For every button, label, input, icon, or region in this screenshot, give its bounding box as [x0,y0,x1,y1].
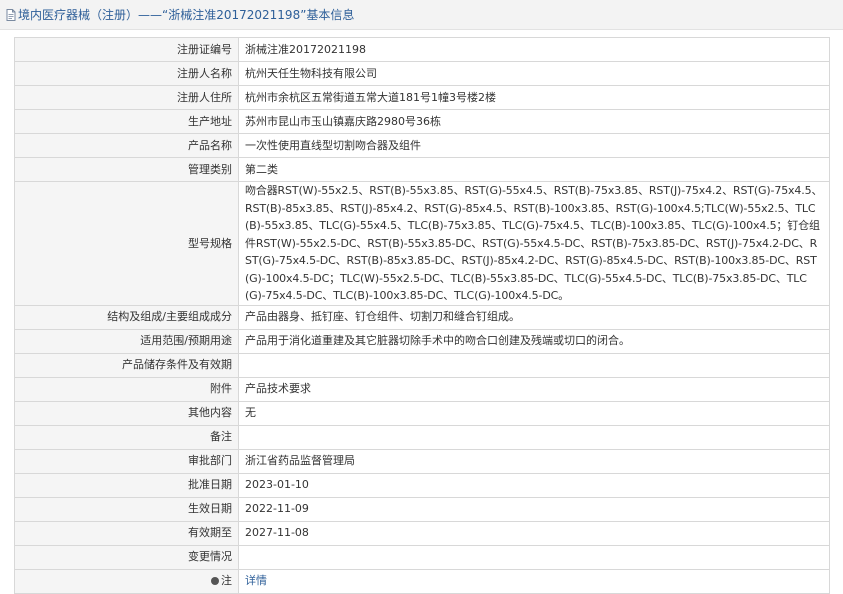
field-label: 备注 [14,424,239,450]
field-value [238,424,830,450]
field-label: 结构及组成/主要组成成分 [14,304,239,330]
field-value: 2027-11-08 [238,520,830,546]
field-label: 生产地址 [14,109,239,134]
field-label: 注册人名称 [14,61,239,86]
field-value: 产品由器身、抵钉座、钉仓组件、切割刀和缝合钉组成。 [238,304,830,330]
table-row: 附件 产品技术要求 [14,376,830,402]
field-value [238,544,830,570]
table-row: 有效期至 2027-11-08 [14,520,830,546]
table-row: 注 详情 [14,568,830,594]
field-label: 注册人住所 [14,85,239,110]
table-row: 产品名称 一次性使用直线型切割吻合器及组件 [14,133,830,158]
field-value: 2023-01-10 [238,472,830,498]
field-value: 杭州市余杭区五常街道五常大道181号1幢3号楼2楼 [238,85,830,110]
field-label: 适用范围/预期用途 [14,328,239,354]
field-label: 管理类别 [14,157,239,182]
field-label: 有效期至 [14,520,239,546]
table-row: 产品储存条件及有效期 [14,352,830,378]
table-row: 型号规格 吻合器RST(W)-55x2.5、RST(B)-55x3.85、RST… [14,181,830,306]
table-row: 变更情况 [14,544,830,570]
table-row: 管理类别 第二类 [14,157,830,182]
field-value: 产品技术要求 [238,376,830,402]
page-header: 境内医疗器械（注册）——“浙械注准20172021198”基本信息 [0,0,843,30]
note-bullet-icon [211,577,219,586]
field-value: 吻合器RST(W)-55x2.5、RST(B)-55x3.85、RST(G)-5… [238,181,830,306]
table-row: 其他内容 无 [14,400,830,426]
field-label: 其他内容 [14,400,239,426]
field-value: 产品用于消化道重建及其它脏器切除手术中的吻合口创建及残端或切口的闭合。 [238,328,830,354]
table-row: 备注 [14,424,830,450]
field-value: 浙械注准20172021198 [238,37,830,62]
field-label: 审批部门 [14,448,239,474]
table-row: 审批部门 浙江省药品监督管理局 [14,448,830,474]
table-row: 注册证编号 浙械注准20172021198 [14,37,830,62]
field-value: 详情 [238,568,830,594]
field-label: 附件 [14,376,239,402]
field-value: 苏州市昆山市玉山镇嘉庆路2980号36栋 [238,109,830,134]
field-value [238,352,830,378]
field-label: 注 [221,574,232,588]
table-row: 适用范围/预期用途 产品用于消化道重建及其它脏器切除手术中的吻合口创建及残端或切… [14,328,830,354]
field-value: 2022-11-09 [238,496,830,522]
table-row: 注册人住所 杭州市余杭区五常街道五常大道181号1幢3号楼2楼 [14,85,830,110]
page-title: 境内医疗器械（注册）——“浙械注准20172021198”基本信息 [18,8,355,22]
field-value: 一次性使用直线型切割吻合器及组件 [238,133,830,158]
field-label: 产品名称 [14,133,239,158]
table-row: 生产地址 苏州市昆山市玉山镇嘉庆路2980号36栋 [14,109,830,134]
field-label: 型号规格 [14,181,239,306]
note-label-cell: 注 [14,568,239,594]
table-row: 批准日期 2023-01-10 [14,472,830,498]
field-label: 产品储存条件及有效期 [14,352,239,378]
field-value: 无 [238,400,830,426]
field-value: 杭州天任生物科技有限公司 [238,61,830,86]
field-label: 批准日期 [14,472,239,498]
field-value: 第二类 [238,157,830,182]
document-icon [6,8,16,21]
field-label: 变更情况 [14,544,239,570]
table-row: 生效日期 2022-11-09 [14,496,830,522]
field-label: 注册证编号 [14,37,239,62]
field-label: 生效日期 [14,496,239,522]
table-row: 注册人名称 杭州天任生物科技有限公司 [14,61,830,86]
detail-link[interactable]: 详情 [245,574,267,587]
table-row: 结构及组成/主要组成成分 产品由器身、抵钉座、钉仓组件、切割刀和缝合钉组成。 [14,304,830,330]
device-info-table: 注册证编号 浙械注准20172021198 注册人名称 杭州天任生物科技有限公司… [14,37,830,594]
field-value: 浙江省药品监督管理局 [238,448,830,474]
